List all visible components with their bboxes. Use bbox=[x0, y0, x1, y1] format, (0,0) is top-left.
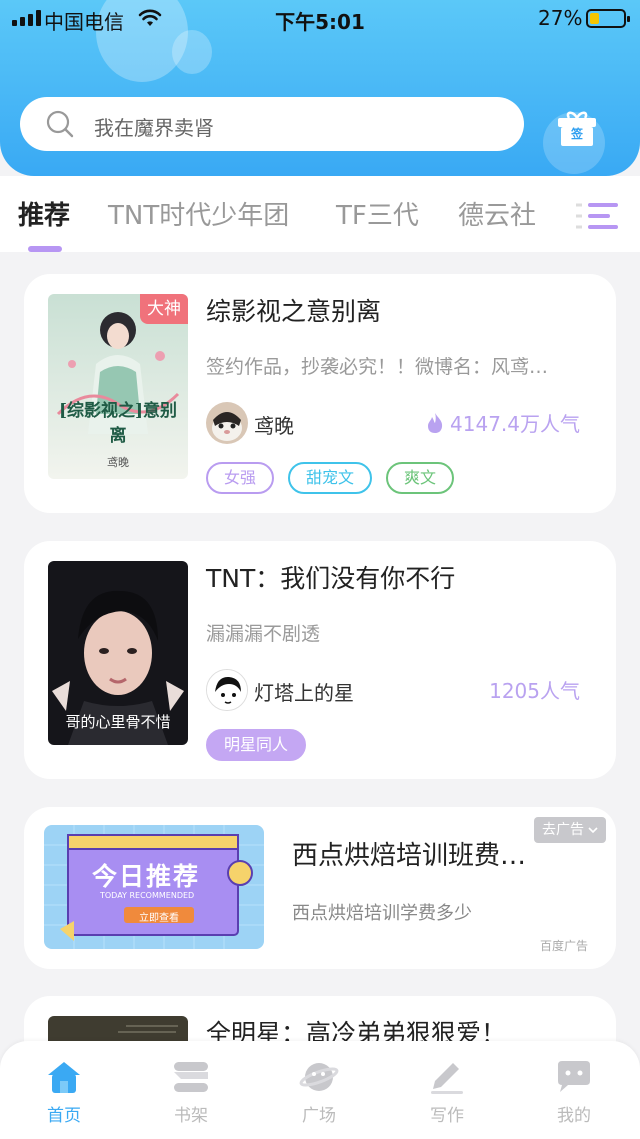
nav-write-label: 写作 bbox=[430, 1106, 464, 1126]
author-name[interactable]: 灯塔上的星 bbox=[254, 677, 354, 706]
ad-image-subtitle: TODAY RECOMMENDED bbox=[100, 891, 195, 900]
bookshelf-icon bbox=[174, 1062, 208, 1092]
tag-chip[interactable]: 明星同人 bbox=[206, 729, 307, 761]
tag-chip[interactable]: 女强 bbox=[206, 462, 275, 494]
decorative-bubble bbox=[172, 30, 212, 74]
nav-mine-label: 我的 bbox=[557, 1106, 591, 1126]
popularity-count: 1205人气 bbox=[489, 675, 580, 704]
book-title[interactable]: 综影视之意别离 bbox=[206, 292, 381, 328]
ad-description: 西点烘焙培训学费多少 bbox=[292, 903, 472, 924]
battery-percent: 27% bbox=[538, 6, 583, 30]
remove-ad-label: 去广告 bbox=[542, 822, 584, 838]
book-card[interactable]: [综影视之]意别离 鸢晚 大神 综影视之意别离 签约作品，抄袭必究！！微博名：风… bbox=[24, 274, 616, 513]
flame-icon bbox=[428, 412, 443, 433]
gift-label: 签 bbox=[570, 127, 583, 141]
nav-home-label: 首页 bbox=[47, 1106, 81, 1126]
book-cover[interactable]: [综影视之]意别离 鸢晚 大神 bbox=[48, 294, 188, 479]
chat-bubble-icon bbox=[558, 1061, 590, 1092]
search-icon bbox=[46, 110, 74, 138]
cover-caption: 哥的心里骨不惜 bbox=[65, 713, 171, 731]
nav-mine[interactable]: 我的 bbox=[524, 1059, 624, 1126]
tab-tf3[interactable]: TF三代 bbox=[336, 195, 419, 232]
master-author-badge: 大神 bbox=[140, 294, 188, 324]
author-name[interactable]: 鸢晚 bbox=[254, 410, 294, 439]
book-cover[interactable]: 哥的心里骨不惜 bbox=[48, 561, 188, 745]
nav-square[interactable]: 广场 bbox=[269, 1059, 369, 1126]
cover-title: [综影视之]意别离 bbox=[58, 401, 178, 446]
book-description: 漏漏漏不剧透 bbox=[206, 623, 321, 645]
ad-title[interactable]: 西点烘焙培训班费… bbox=[292, 835, 526, 872]
nav-write[interactable]: 写作 bbox=[397, 1059, 497, 1126]
author-avatar[interactable] bbox=[206, 402, 248, 444]
popularity-count: 4147.4万人气 bbox=[426, 408, 580, 437]
chevron-down-icon bbox=[588, 827, 598, 834]
ad-image[interactable]: 今日推荐 TODAY RECOMMENDED 立即查看 bbox=[44, 825, 264, 949]
cover-author: 鸢晚 bbox=[107, 456, 129, 469]
ad-source: 百度广告 bbox=[539, 939, 588, 953]
sketch-avatar-image bbox=[207, 670, 247, 710]
nav-bookshelf-label: 书架 bbox=[174, 1106, 208, 1126]
ad-card[interactable]: 今日推荐 TODAY RECOMMENDED 立即查看 西点烘焙培训班费… 西点… bbox=[24, 807, 616, 969]
category-menu-icon[interactable] bbox=[574, 200, 620, 232]
header: 中国电信 下午5:01 27% 我在魔界卖肾 签 bbox=[0, 0, 640, 176]
ad-image-title: 今日推荐 bbox=[92, 862, 201, 891]
tag-list: 女强 甜宠文 爽文 bbox=[206, 462, 455, 494]
tag-chip[interactable]: 爽文 bbox=[386, 462, 455, 494]
pen-icon bbox=[431, 1063, 463, 1094]
search-placeholder: 我在魔界卖肾 bbox=[94, 116, 214, 140]
planet-icon bbox=[299, 1063, 339, 1091]
ad-image-button: 立即查看 bbox=[139, 913, 179, 924]
book-title[interactable]: TNT：我们没有你不行 bbox=[206, 559, 455, 595]
home-icon bbox=[48, 1062, 80, 1093]
tag-list: 明星同人 bbox=[206, 729, 307, 761]
tag-chip[interactable]: 甜宠文 bbox=[288, 462, 373, 494]
bottom-nav: 首页 书架 广场 写作 我的 bbox=[0, 1041, 640, 1139]
nav-bookshelf[interactable]: 书架 bbox=[141, 1059, 241, 1126]
tab-tnt[interactable]: TNT时代少年团 bbox=[108, 195, 289, 232]
status-bar: 中国电信 下午5:01 27% bbox=[0, 0, 640, 36]
book-description: 签约作品，抄袭必究！！微博名：风鸢… bbox=[206, 356, 549, 378]
nav-home[interactable]: 首页 bbox=[14, 1059, 114, 1126]
popularity-text: 4147.4万人气 bbox=[450, 412, 580, 436]
battery-icon bbox=[586, 9, 630, 28]
cat-avatar-image bbox=[206, 402, 248, 444]
sign-in-gift-button[interactable]: 签 bbox=[556, 109, 598, 147]
active-tab-indicator bbox=[28, 246, 62, 252]
author-avatar[interactable] bbox=[206, 669, 248, 711]
search-bar[interactable]: 我在魔界卖肾 bbox=[20, 97, 524, 151]
battery-level bbox=[590, 13, 599, 24]
tab-recommend[interactable]: 推荐 bbox=[18, 195, 70, 232]
nav-square-label: 广场 bbox=[302, 1106, 336, 1126]
popularity-text: 1205人气 bbox=[489, 679, 580, 703]
tab-deyunshe[interactable]: 德云社 bbox=[458, 195, 536, 232]
category-tabs: 推荐 TNT时代少年团 TF三代 德云社 bbox=[0, 176, 640, 252]
book-card[interactable]: 哥的心里骨不惜 TNT：我们没有你不行 漏漏漏不剧透 灯塔上的星 1205人气 … bbox=[24, 541, 616, 779]
remove-ad-button[interactable]: 去广告 bbox=[534, 817, 606, 843]
